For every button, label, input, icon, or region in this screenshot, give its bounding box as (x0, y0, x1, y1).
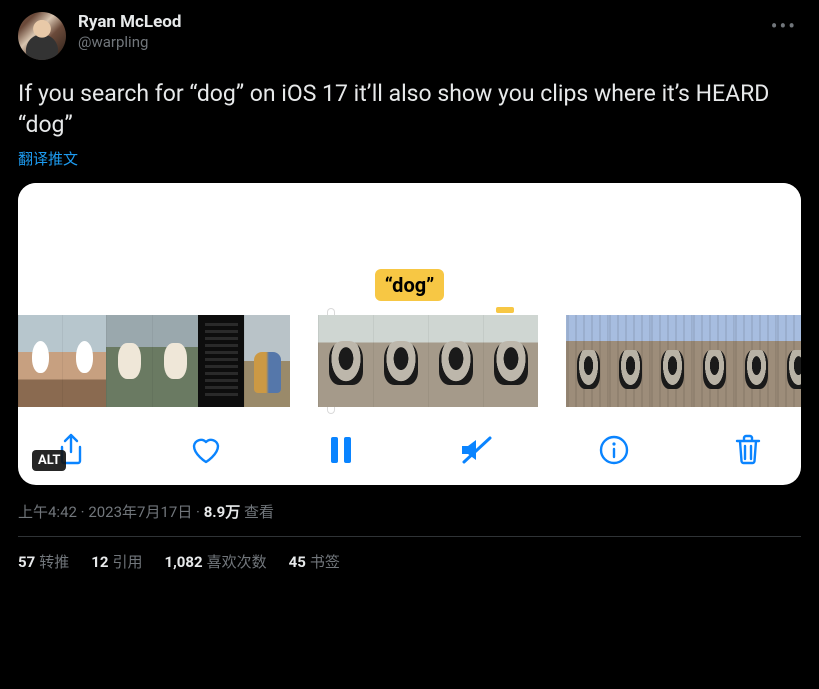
media-whitespace (18, 183, 801, 269)
clip-thumbnail[interactable] (373, 315, 428, 407)
clip-thumbnail[interactable] (18, 315, 62, 407)
clip-thumbnail[interactable] (62, 315, 106, 407)
avatar[interactable] (18, 12, 66, 60)
video-timeline[interactable] (18, 315, 801, 415)
clip-thumbnail[interactable] (692, 315, 734, 407)
user-handle[interactable]: @warpling (78, 33, 181, 52)
pause-icon[interactable] (327, 434, 355, 466)
clip-thumbnail[interactable] (318, 315, 373, 407)
trash-icon[interactable] (733, 433, 763, 467)
translate-link[interactable]: 翻译推文 (18, 148, 78, 169)
media-card[interactable]: “dog” (18, 183, 801, 485)
tweet-meta: 上午4:42 · 2023年7月17日 · 8.9万 查看 (18, 501, 801, 522)
tweet-text: If you search for “dog” on iOS 17 it’ll … (18, 78, 801, 140)
tweet-date[interactable]: 2023年7月17日 (88, 503, 192, 521)
display-name[interactable]: Ryan McLeod (78, 12, 181, 33)
clip-thumbnail[interactable] (244, 315, 290, 407)
clip-thumbnail[interactable] (483, 315, 538, 407)
clip-thumbnail[interactable] (608, 315, 650, 407)
heart-icon[interactable] (189, 434, 223, 466)
clip-thumbnail[interactable] (566, 315, 608, 407)
quotes-stat[interactable]: 12引用 (91, 551, 142, 572)
likes-stat[interactable]: 1,082喜欢次数 (164, 551, 266, 572)
clip-thumbnail[interactable] (152, 315, 198, 407)
info-icon[interactable] (598, 434, 630, 466)
clip-group-3[interactable] (566, 315, 801, 407)
mute-icon[interactable] (458, 434, 494, 466)
divider (18, 536, 801, 537)
bookmarks-stat[interactable]: 45书签 (289, 551, 340, 572)
search-term-badge: “dog” (375, 269, 445, 301)
clip-group-1[interactable] (18, 315, 290, 407)
views-count: 8.9万 (204, 503, 241, 521)
media-toolbar (18, 415, 801, 473)
stats-row: 57转推 12引用 1,082喜欢次数 45书签 (18, 551, 801, 572)
tweet-time[interactable]: 上午4:42 (18, 503, 77, 521)
clip-thumbnail[interactable] (198, 315, 244, 407)
clip-thumbnail[interactable] (428, 315, 483, 407)
timeline-marker (496, 307, 514, 313)
more-icon[interactable]: ••• (767, 12, 801, 40)
clip-group-2[interactable] (318, 315, 538, 407)
alt-badge[interactable]: ALT (32, 450, 66, 471)
tweet-header: Ryan McLeod @warpling ••• (18, 12, 801, 60)
views-label: 查看 (240, 503, 274, 521)
clip-thumbnail[interactable] (650, 315, 692, 407)
retweets-stat[interactable]: 57转推 (18, 551, 69, 572)
clip-thumbnail[interactable] (106, 315, 152, 407)
clip-thumbnail[interactable] (776, 315, 801, 407)
clip-thumbnail[interactable] (734, 315, 776, 407)
